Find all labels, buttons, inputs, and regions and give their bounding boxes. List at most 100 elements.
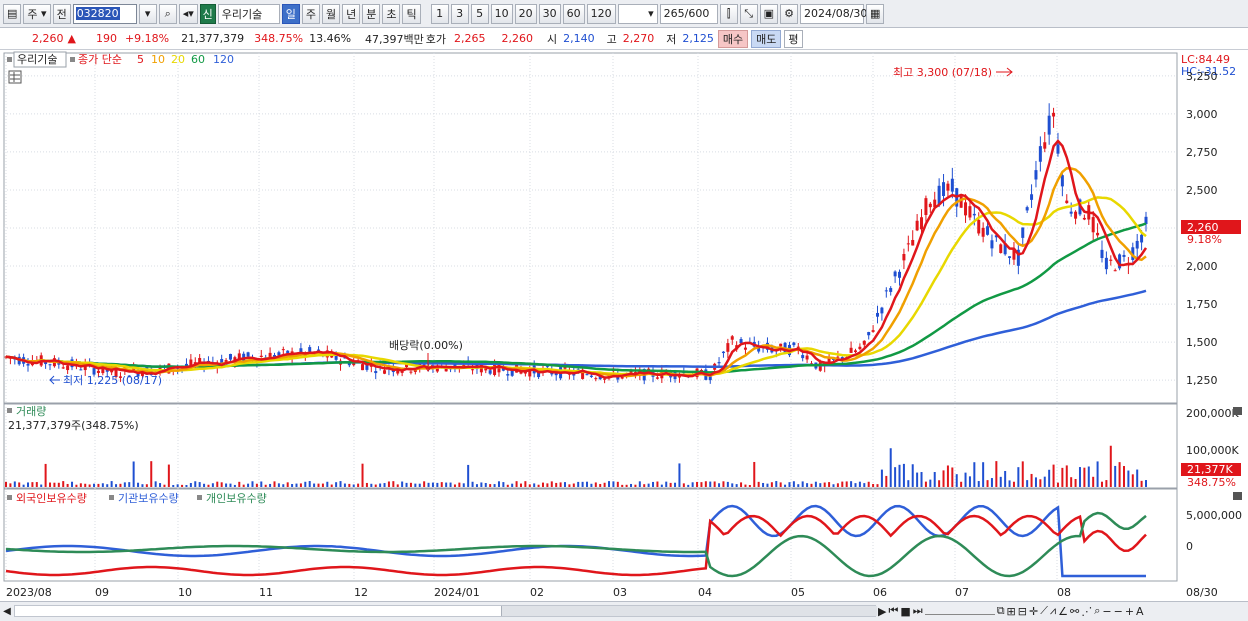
period-tick-button[interactable]: 틱 bbox=[402, 3, 421, 24]
interval-custom-select[interactable]: ▾ bbox=[617, 3, 658, 24]
search-icon[interactable]: ⌕ bbox=[158, 3, 177, 24]
crosshair-icon[interactable]: ✛ bbox=[1029, 605, 1038, 618]
sell-button[interactable]: 매도 bbox=[751, 29, 782, 48]
volume-bar bbox=[784, 484, 787, 487]
volume-axis-200k: 200,000K bbox=[1186, 407, 1239, 420]
volume-bar bbox=[946, 465, 949, 487]
table-toggle-icon[interactable] bbox=[8, 70, 22, 84]
candle-body bbox=[409, 371, 413, 373]
flat-button[interactable]: 평 bbox=[784, 29, 803, 48]
ma-label: 종가 단순 bbox=[78, 53, 122, 66]
interval-3-button[interactable]: 3 bbox=[450, 3, 469, 24]
zoom-slider[interactable] bbox=[924, 607, 995, 615]
buy-button[interactable]: 매수 bbox=[717, 29, 749, 48]
interval-5-button[interactable]: 5 bbox=[470, 3, 489, 24]
candle-body bbox=[48, 364, 52, 366]
volume-bar bbox=[330, 484, 333, 487]
chart-svg[interactable]: 우리기술 종가 단순 5 10 20 60 120 LC:84.49 HC:-3… bbox=[0, 51, 1248, 601]
interval-120-button[interactable]: 120 bbox=[586, 3, 616, 24]
stock-code-input[interactable]: 032820 bbox=[72, 3, 137, 24]
scroll-thumb[interactable] bbox=[501, 606, 877, 616]
drawing-tool-icon[interactable]: ⤡ bbox=[739, 3, 758, 24]
interval-20-button[interactable]: 20 bbox=[514, 3, 537, 24]
candle-body bbox=[1008, 256, 1012, 258]
zoom-in-icon[interactable]: + bbox=[1125, 605, 1134, 618]
holding-legend-square-2 bbox=[109, 495, 114, 500]
volume-bar bbox=[277, 483, 280, 487]
market-select[interactable]: 주 ▾ bbox=[23, 3, 51, 24]
period-minute-button[interactable]: 분 bbox=[362, 3, 381, 24]
volume-bar bbox=[1004, 470, 1007, 487]
candle-body bbox=[867, 332, 871, 336]
search-icon[interactable]: ⌕ bbox=[1094, 604, 1100, 618]
stock-name-field: 우리기술 bbox=[217, 3, 280, 24]
volume-bar bbox=[872, 484, 875, 487]
scroll-left-icon[interactable]: ◀ bbox=[0, 605, 14, 619]
zoom-reset-icon[interactable]: − bbox=[1114, 605, 1123, 618]
volume-bar bbox=[431, 482, 434, 487]
volume-bar bbox=[27, 482, 30, 487]
candle-body bbox=[739, 339, 743, 344]
scroll-track[interactable] bbox=[14, 605, 877, 617]
period-second-button[interactable]: 초 bbox=[382, 3, 401, 24]
angle-tool-icon[interactable]: ∠ bbox=[1058, 605, 1068, 618]
interval-10-button[interactable]: 10 bbox=[490, 3, 513, 24]
holding-pane-close-icon[interactable] bbox=[1233, 492, 1242, 500]
interval-1-button[interactable]: 1 bbox=[430, 3, 449, 24]
volume-bar bbox=[453, 484, 456, 487]
split-icon[interactable]: ⊟ bbox=[1018, 605, 1027, 618]
save-icon[interactable]: ▣ bbox=[759, 3, 779, 24]
view-mode-icon[interactable]: ⧉ bbox=[997, 604, 1005, 618]
date-field[interactable]: 2024/08/30 bbox=[800, 3, 867, 24]
chart-menu-icon[interactable]: ▤ bbox=[3, 3, 22, 24]
period-year-button[interactable]: 년 bbox=[342, 3, 361, 24]
volume-bar bbox=[986, 480, 989, 487]
x-axis: 2023/08 09 10 11 12 2024/01 02 03 04 05 06 07 08 08/3… bbox=[6, 586, 1218, 599]
speaker-icon[interactable]: ◂▾ bbox=[178, 3, 198, 24]
volume-bar bbox=[1021, 461, 1024, 487]
fan-tool-icon[interactable]: ⋰ bbox=[1081, 605, 1092, 618]
candle-body bbox=[743, 347, 747, 350]
volume-bar bbox=[999, 476, 1002, 487]
volume-bar bbox=[612, 481, 615, 487]
volume-bar bbox=[836, 483, 839, 487]
prev-button[interactable]: 전 bbox=[52, 3, 71, 24]
interval-30-button[interactable]: 30 bbox=[538, 3, 561, 24]
volume-bar bbox=[145, 484, 148, 487]
layout-icon[interactable]: ⊞ bbox=[1007, 605, 1016, 618]
volume-pane-close-icon[interactable] bbox=[1233, 407, 1242, 415]
gear-icon[interactable]: ⚙ bbox=[780, 3, 799, 24]
scroll-right-icon[interactable]: ▶ bbox=[878, 605, 886, 618]
period-month-button[interactable]: 월 bbox=[321, 3, 341, 24]
zoom-out-icon[interactable]: − bbox=[1102, 605, 1111, 618]
period-week-button[interactable]: 주 bbox=[301, 3, 320, 24]
candle-body bbox=[792, 342, 796, 346]
holding-legend-square-3 bbox=[197, 495, 202, 500]
stop-icon[interactable]: ■ bbox=[900, 605, 910, 618]
period-day-button[interactable]: 일 bbox=[281, 3, 300, 24]
volume-bar bbox=[814, 481, 817, 487]
volume-bar bbox=[405, 482, 408, 487]
fib-tool-icon[interactable]: ⩘ bbox=[1050, 604, 1056, 618]
volume-bar bbox=[634, 484, 637, 487]
volume-bar bbox=[753, 461, 756, 487]
link-tool-icon[interactable]: ⚯ bbox=[1070, 605, 1079, 618]
candle-type-icon[interactable]: ⫿ bbox=[719, 3, 738, 24]
volume-bar bbox=[696, 481, 699, 487]
code-dropdown-button[interactable]: ▾ bbox=[138, 3, 157, 24]
chart-area[interactable]: 우리기술 종가 단순 5 10 20 60 120 LC:84.49 HC:-3… bbox=[0, 51, 1248, 603]
volume-bar bbox=[920, 472, 923, 487]
calendar-icon[interactable]: ▦ bbox=[866, 3, 885, 24]
text-tool-icon[interactable]: A bbox=[1136, 605, 1144, 618]
trend-line-icon[interactable]: ⟋ bbox=[1040, 604, 1048, 618]
interval-60-button[interactable]: 60 bbox=[562, 3, 585, 24]
first-page-icon[interactable]: ⏮ bbox=[888, 604, 898, 618]
last-page-icon[interactable]: ⏭ bbox=[913, 604, 923, 618]
candle-body bbox=[1113, 270, 1117, 272]
candle-body bbox=[880, 307, 884, 314]
volume-bar bbox=[475, 484, 478, 487]
candle-body bbox=[801, 355, 805, 359]
volume-bar bbox=[255, 483, 258, 487]
volume-bar bbox=[599, 483, 602, 487]
count-field[interactable]: 265/600 bbox=[659, 3, 718, 24]
